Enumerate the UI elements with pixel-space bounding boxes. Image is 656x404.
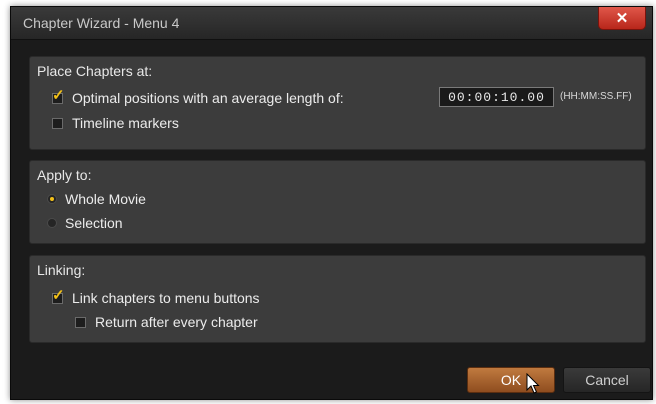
cancel-button[interactable]: Cancel xyxy=(563,367,651,393)
timeline-markers-label: Timeline markers xyxy=(72,115,179,131)
link-chapters-option[interactable]: Link chapters to menu buttons xyxy=(52,288,260,306)
ok-button[interactable]: OK xyxy=(467,367,555,393)
mouse-pointer-icon xyxy=(526,373,540,394)
place-chapters-heading: Place Chapters at: xyxy=(37,63,153,79)
optimal-positions-option[interactable]: Optimal positions with an average length… xyxy=(52,88,344,106)
whole-movie-label: Whole Movie xyxy=(65,191,146,207)
return-after-chapter-label: Return after every chapter xyxy=(95,314,258,330)
place-chapters-panel: Place Chapters at: Optimal positions wit… xyxy=(29,56,646,150)
optimal-positions-checkbox[interactable] xyxy=(52,88,65,104)
average-length-input[interactable]: 00:00:10.00 xyxy=(439,87,554,107)
selection-label: Selection xyxy=(65,215,123,231)
timeline-markers-option[interactable]: Timeline markers xyxy=(52,115,179,131)
optimal-positions-label: Optimal positions with an average length… xyxy=(72,90,344,106)
title-bar: Chapter Wizard - Menu 4 ✕ xyxy=(11,7,652,40)
link-chapters-checkbox[interactable] xyxy=(52,288,65,304)
chapter-wizard-dialog: Chapter Wizard - Menu 4 ✕ Place Chapters… xyxy=(10,6,653,400)
selection-radio[interactable] xyxy=(47,218,57,228)
apply-to-heading: Apply to: xyxy=(37,167,92,183)
close-icon: ✕ xyxy=(615,10,629,27)
close-button[interactable]: ✕ xyxy=(598,7,646,30)
time-format-hint: (HH:MM:SS.FF) xyxy=(560,91,632,102)
link-chapters-label: Link chapters to menu buttons xyxy=(72,290,260,306)
linking-heading: Linking: xyxy=(37,262,86,278)
timeline-markers-checkbox[interactable] xyxy=(52,117,63,129)
return-after-chapter-option[interactable]: Return after every chapter xyxy=(75,314,258,330)
return-after-chapter-checkbox[interactable] xyxy=(75,316,86,328)
selection-option[interactable]: Selection xyxy=(47,215,123,231)
whole-movie-option[interactable]: Whole Movie xyxy=(47,191,146,207)
apply-to-panel: Apply to: Whole Movie Selection xyxy=(29,160,646,244)
window-title: Chapter Wizard - Menu 4 xyxy=(23,15,180,31)
linking-panel: Linking: Link chapters to menu buttons R… xyxy=(29,255,646,343)
whole-movie-radio[interactable] xyxy=(47,194,57,204)
